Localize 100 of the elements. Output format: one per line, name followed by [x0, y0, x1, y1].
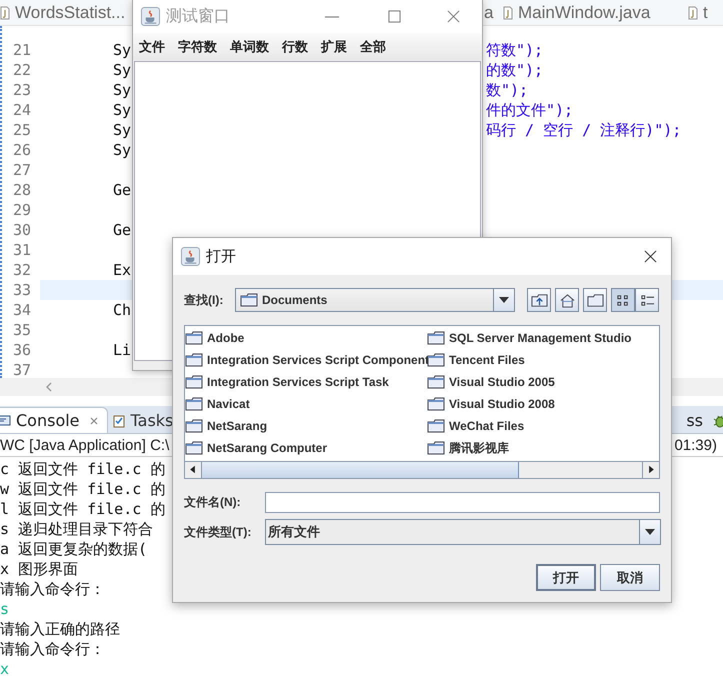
scrollbar-thumb[interactable] — [202, 462, 519, 478]
file-item[interactable]: Adobe — [185, 327, 427, 349]
folder-icon — [427, 441, 445, 455]
menu-item[interactable]: 行数 — [282, 38, 308, 56]
line-number: 25 — [12, 120, 32, 140]
file-item[interactable]: SQL Server Management Studio — [427, 327, 659, 349]
file-item[interactable]: NetSarang — [185, 415, 427, 437]
details-view-icon — [638, 292, 656, 308]
typed-command-text: x — [0, 659, 10, 679]
menu-item[interactable]: 全部 — [360, 38, 386, 56]
code-text: Sy — [113, 80, 132, 100]
code-text: Sy — [113, 60, 132, 80]
console-header: WC [Java Application] C:\ — [0, 436, 170, 454]
line-number: 28 — [12, 180, 32, 200]
coffee-cup-icon — [141, 7, 160, 26]
dropdown-arrow-icon — [499, 297, 509, 303]
file-item[interactable]: Tencent Files — [427, 349, 659, 371]
code-text: Ex — [113, 260, 132, 280]
look-in-label: 查找(I): — [184, 292, 224, 308]
console-tab[interactable]: Tasks — [112, 408, 182, 433]
line-number: 36 — [12, 340, 32, 360]
bug-icon — [713, 414, 723, 428]
editor-tab[interactable]: MainWindow.java — [518, 2, 650, 22]
code-string: 的数"); — [486, 60, 544, 80]
toolbar-button[interactable] — [527, 288, 551, 312]
code-text: Li — [113, 340, 132, 360]
code-string: 数"); — [486, 80, 528, 100]
line-number: 34 — [12, 300, 32, 320]
code-string: 符数"); — [486, 40, 544, 60]
code-text: Sy — [113, 100, 132, 120]
folder-icon — [185, 419, 203, 433]
code-text: Sy — [113, 120, 132, 140]
console-output-text: 请输入正确的路径 — [0, 619, 120, 639]
toolbar-button[interactable] — [555, 288, 579, 312]
file-item[interactable]: WeChat Files — [427, 415, 659, 437]
file-item[interactable]: Visual Studio 2008 — [427, 393, 659, 415]
cancel-button[interactable]: 取消 — [600, 564, 660, 591]
console-output-text: l 返回文件 file.c 的 — [0, 499, 166, 519]
editor-tab[interactable]: WordsStatist... — [15, 2, 126, 22]
console-output-text: a 返回更复杂的数据( — [0, 539, 148, 559]
close-icon[interactable] — [644, 250, 657, 263]
console-output-text: w 返回文件 file.c 的 — [0, 479, 166, 499]
folder-icon — [185, 441, 203, 455]
editor-tab[interactable]: a — [484, 2, 494, 22]
folder-icon — [427, 375, 445, 389]
file-item[interactable]: Integration Services Script Component — [185, 349, 427, 371]
file-item[interactable]: Visual Studio 2005 — [427, 371, 659, 393]
home-icon — [558, 292, 576, 308]
open-button[interactable]: 打开 — [536, 564, 596, 591]
file-type-label: 文件类型(T): — [184, 524, 252, 540]
console-output-text: 请输入命令行： — [0, 639, 105, 659]
java-file-icon — [503, 6, 513, 20]
look-in-dropdown[interactable]: Documents — [235, 288, 515, 312]
editor-tab[interactable]: t — [703, 2, 708, 22]
code-text: Sy — [113, 40, 132, 60]
code-text: Ge — [113, 180, 132, 200]
folder-up-icon — [530, 292, 548, 308]
folder-icon — [185, 375, 203, 389]
folder-icon — [427, 397, 445, 411]
clipboard-icon — [112, 414, 126, 428]
line-number: 29 — [12, 200, 32, 220]
window-title: 测试窗口 — [166, 6, 230, 27]
menu-item[interactable]: 单词数 — [230, 38, 269, 56]
menu-item[interactable]: 字符数 — [178, 38, 217, 56]
console-header: 01:39) — [674, 436, 717, 454]
code-text: Sy — [113, 140, 132, 160]
line-number: 24 — [12, 100, 32, 120]
toolbar-button[interactable] — [611, 288, 635, 312]
maximize-icon[interactable] — [388, 10, 401, 23]
file-name-field[interactable] — [265, 492, 660, 512]
file-type-dropdown[interactable]: 所有文件 — [265, 519, 661, 545]
file-item[interactable]: Integration Services Script Task — [185, 371, 427, 393]
folder-icon — [185, 331, 203, 345]
menu-item[interactable]: 文件 — [139, 38, 165, 56]
java-file-icon — [688, 6, 698, 20]
file-item[interactable]: Navicat — [185, 393, 427, 415]
file-name-label: 文件名(N): — [184, 494, 242, 510]
file-item[interactable]: 腾讯影视库 — [427, 437, 659, 459]
console-output-text: c 返回文件 file.c 的 — [0, 459, 166, 479]
file-item[interactable]: NetSarang Computer — [185, 437, 427, 459]
line-number: 37 — [12, 360, 32, 378]
line-number: 21 — [12, 40, 32, 60]
folder-icon — [427, 331, 445, 345]
view-tab[interactable]: ss — [686, 411, 703, 430]
toolbar-button[interactable] — [583, 288, 607, 312]
console-tab[interactable]: Console — [0, 407, 108, 433]
code-string: 件的文件"); — [486, 100, 574, 120]
line-number: 30 — [12, 220, 32, 240]
menu-item[interactable]: 扩展 — [321, 38, 347, 56]
console-output-text: 请输入命令行： — [0, 579, 105, 599]
line-number: 31 — [12, 240, 32, 260]
toolbar-button[interactable] — [635, 288, 659, 312]
line-number: 33 — [12, 280, 32, 300]
line-number: 26 — [12, 140, 32, 160]
line-number: 22 — [12, 60, 32, 80]
console-output-text: s 递归处理目录下符合 — [0, 519, 154, 539]
folder-icon — [185, 397, 203, 411]
dialog-title: 打开 — [206, 247, 236, 266]
dropdown-arrow-icon — [645, 529, 655, 535]
code-text: Ch — [113, 300, 132, 320]
